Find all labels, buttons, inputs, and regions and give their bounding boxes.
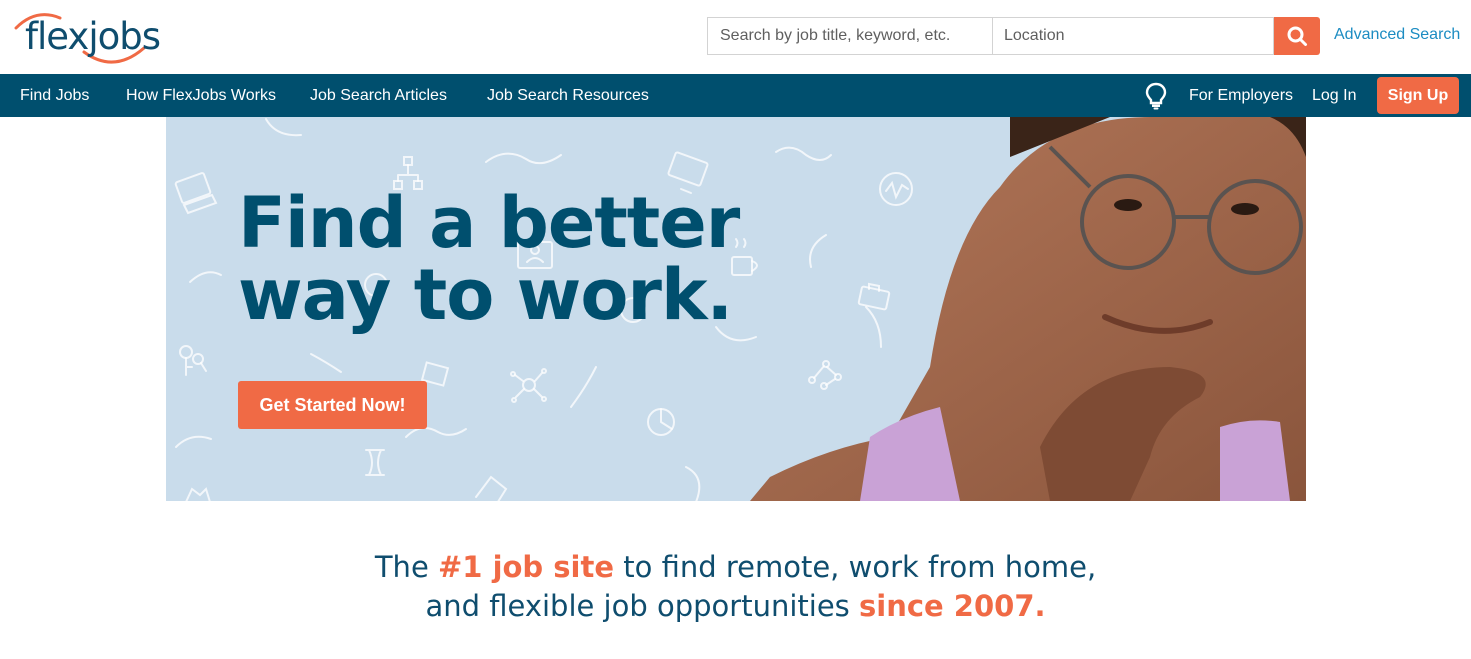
hero-photo-woman (750, 117, 1306, 501)
search-bar (707, 17, 1320, 55)
squiggle-icon (189, 271, 222, 283)
nav-for-employers[interactable]: For Employers (1189, 87, 1293, 105)
main-nav: Find Jobs How FlexJobs Works Job Search … (0, 74, 1471, 117)
squiggle-icon (570, 366, 597, 408)
nav-job-search-resources[interactable]: Job Search Resources (487, 87, 649, 105)
squiggle-icon (175, 435, 212, 448)
hero-banner: Find a better way to work. Get Started N… (166, 117, 1306, 501)
nav-how-flexjobs-works[interactable]: How FlexJobs Works (126, 87, 276, 105)
tagline-highlight-year: since 2007. (859, 589, 1046, 623)
network-icon (510, 368, 547, 403)
location-input[interactable] (992, 17, 1274, 55)
search-button[interactable] (1274, 17, 1320, 55)
logo-text: flexjobs (25, 15, 161, 58)
tank-top-right (1220, 420, 1290, 501)
advanced-search-link[interactable]: Advanced Search (1334, 26, 1460, 44)
squiggle-icon (310, 353, 342, 373)
flexjobs-logo[interactable]: flexjobs (14, 6, 161, 66)
squiggle-icon (265, 118, 302, 137)
squiggle-icon (405, 427, 467, 438)
pie-chart-icon (647, 408, 675, 436)
nav-find-jobs[interactable]: Find Jobs (20, 87, 89, 105)
lightbulb-icon[interactable] (1145, 82, 1167, 115)
hero-headline: Find a better way to work. (238, 187, 740, 331)
tagline-text: to find remote, work from home, (614, 550, 1097, 584)
badge-icon (185, 487, 211, 501)
tagline-highlight-rank: #1 job site (438, 550, 615, 584)
nav-job-search-articles[interactable]: Job Search Articles (310, 87, 447, 105)
job-search-input[interactable] (707, 17, 992, 55)
sign-up-button[interactable]: Sign Up (1377, 77, 1459, 114)
tagline-text: and flexible job opportunities (425, 589, 859, 623)
tagline-text: The (374, 550, 438, 584)
tagline: The #1 job site to find remote, work fro… (0, 548, 1471, 626)
house-icon (475, 475, 508, 501)
top-header: flexjobs Advanced Search (0, 0, 1471, 74)
nav-log-in[interactable]: Log In (1312, 87, 1356, 105)
squiggle-icon (485, 152, 562, 165)
keys-icon (179, 345, 207, 376)
search-icon (1287, 26, 1307, 46)
headline-line-1: Find a better (238, 182, 740, 264)
get-started-button[interactable]: Get Started Now! (238, 381, 427, 429)
hourglass-icon (365, 449, 385, 476)
laptop-icon (174, 172, 218, 215)
squiggle-icon (685, 466, 701, 501)
headline-line-2: way to work. (238, 254, 733, 336)
